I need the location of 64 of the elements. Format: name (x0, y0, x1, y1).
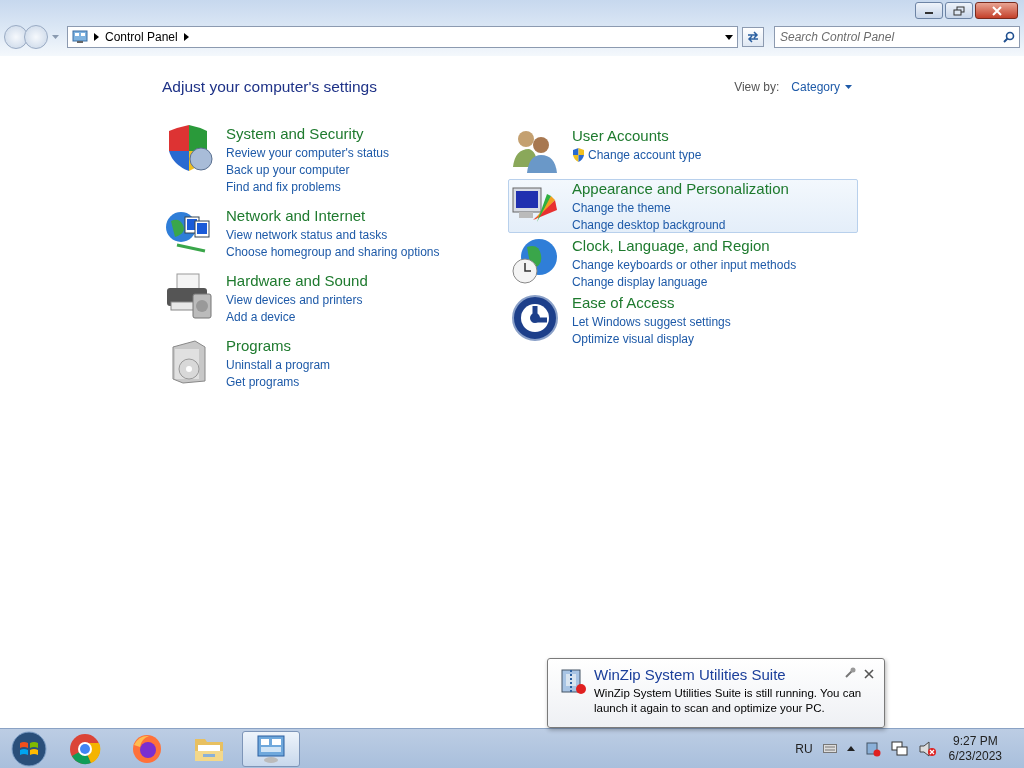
view-by-label: View by: (734, 80, 780, 94)
task-link[interactable]: Choose homegroup and sharing options (226, 245, 440, 259)
task-link[interactable]: View network status and tasks (226, 228, 388, 242)
close-icon (990, 5, 1003, 16)
task-link[interactable]: Add a device (226, 310, 296, 324)
task-link[interactable]: Change display language (572, 275, 708, 289)
chrome-icon (69, 732, 101, 765)
category-link[interactable]: Hardware and Sound (226, 272, 368, 289)
breadcrumb-arrow-icon[interactable] (183, 33, 189, 41)
category-link[interactable]: Network and Internet (226, 207, 440, 224)
globe-clock-icon (511, 237, 559, 285)
clock-time[interactable]: 9:27 PM (952, 734, 998, 748)
task-link[interactable]: Optimize visual display (572, 332, 695, 346)
address-bar[interactable]: Control Panel (67, 26, 738, 48)
task-link[interactable]: Review your computer's status (226, 146, 390, 160)
task-link[interactable]: Let Windows suggest settings (572, 315, 731, 329)
category-link[interactable]: Ease of Access (572, 294, 731, 311)
caret-icon (845, 85, 852, 89)
control-panel-icon (255, 732, 287, 765)
task-link[interactable]: Change desktop background (572, 218, 726, 232)
winzip-tray-icon[interactable] (864, 740, 881, 757)
up-arrow-icon[interactable] (846, 746, 855, 751)
notification-title: WinZip System Utilities Suite (594, 666, 786, 683)
control-panel-icon (72, 30, 88, 44)
clock-date[interactable]: 6/23/2023 (948, 749, 1002, 763)
category-link[interactable]: User Accounts (572, 127, 702, 144)
language-indicator[interactable]: RU (795, 741, 813, 756)
restore-icon (953, 5, 965, 16)
notification-message: WinZip System Utilities Suite is still running. You can launch it again to scan and optimize your PC. (594, 686, 863, 716)
winzip-icon (558, 666, 588, 696)
task-link[interactable]: Uninstall a program (226, 358, 331, 372)
refresh-button[interactable] (742, 27, 764, 47)
close-button[interactable] (975, 2, 1018, 19)
search-icon[interactable] (1003, 31, 1015, 43)
dropdown-arrow-icon[interactable] (725, 34, 733, 40)
category-link[interactable]: Appearance and Personalization (572, 180, 789, 197)
keyboard-icon[interactable] (822, 744, 837, 753)
task-link[interactable]: Get programs (226, 375, 300, 389)
wrench-icon (844, 667, 856, 679)
category-highlight[interactable]: Appearance and Personalization Change the theme Change desktop background (508, 179, 858, 233)
search-field[interactable]: Search Control Panel (774, 26, 1020, 48)
category-link[interactable]: Clock, Language, and Region (572, 237, 797, 254)
task-link[interactable]: View devices and printers (226, 293, 363, 307)
accessibility-icon (511, 294, 559, 342)
refresh-icon (746, 31, 760, 43)
task-link[interactable]: Find and fix problems (226, 180, 341, 194)
view-by-dropdown[interactable]: Category (791, 80, 852, 94)
breadcrumb-arrow-icon[interactable] (94, 33, 99, 41)
close-icon (864, 669, 874, 679)
speaker-muted-icon[interactable] (918, 740, 937, 757)
page-heading: Adjust your computer's settings (162, 78, 378, 96)
breadcrumb-item[interactable]: Control Panel (105, 30, 178, 44)
restore-button[interactable] (945, 2, 973, 19)
minimize-button[interactable] (915, 2, 943, 19)
network-icon[interactable] (890, 740, 909, 757)
task-link[interactable]: Change account type (588, 148, 702, 162)
task-link[interactable]: Change keyboards or other input methods (572, 258, 797, 272)
category-link[interactable]: Programs (226, 337, 331, 354)
firefox-icon (131, 732, 163, 765)
task-link[interactable]: Change the theme (572, 201, 671, 215)
printer-icon (165, 272, 213, 320)
task-link[interactable]: Back up your computer (226, 163, 350, 177)
taskbar-app-button[interactable] (242, 730, 300, 767)
category-link[interactable]: System and Security (226, 125, 390, 142)
